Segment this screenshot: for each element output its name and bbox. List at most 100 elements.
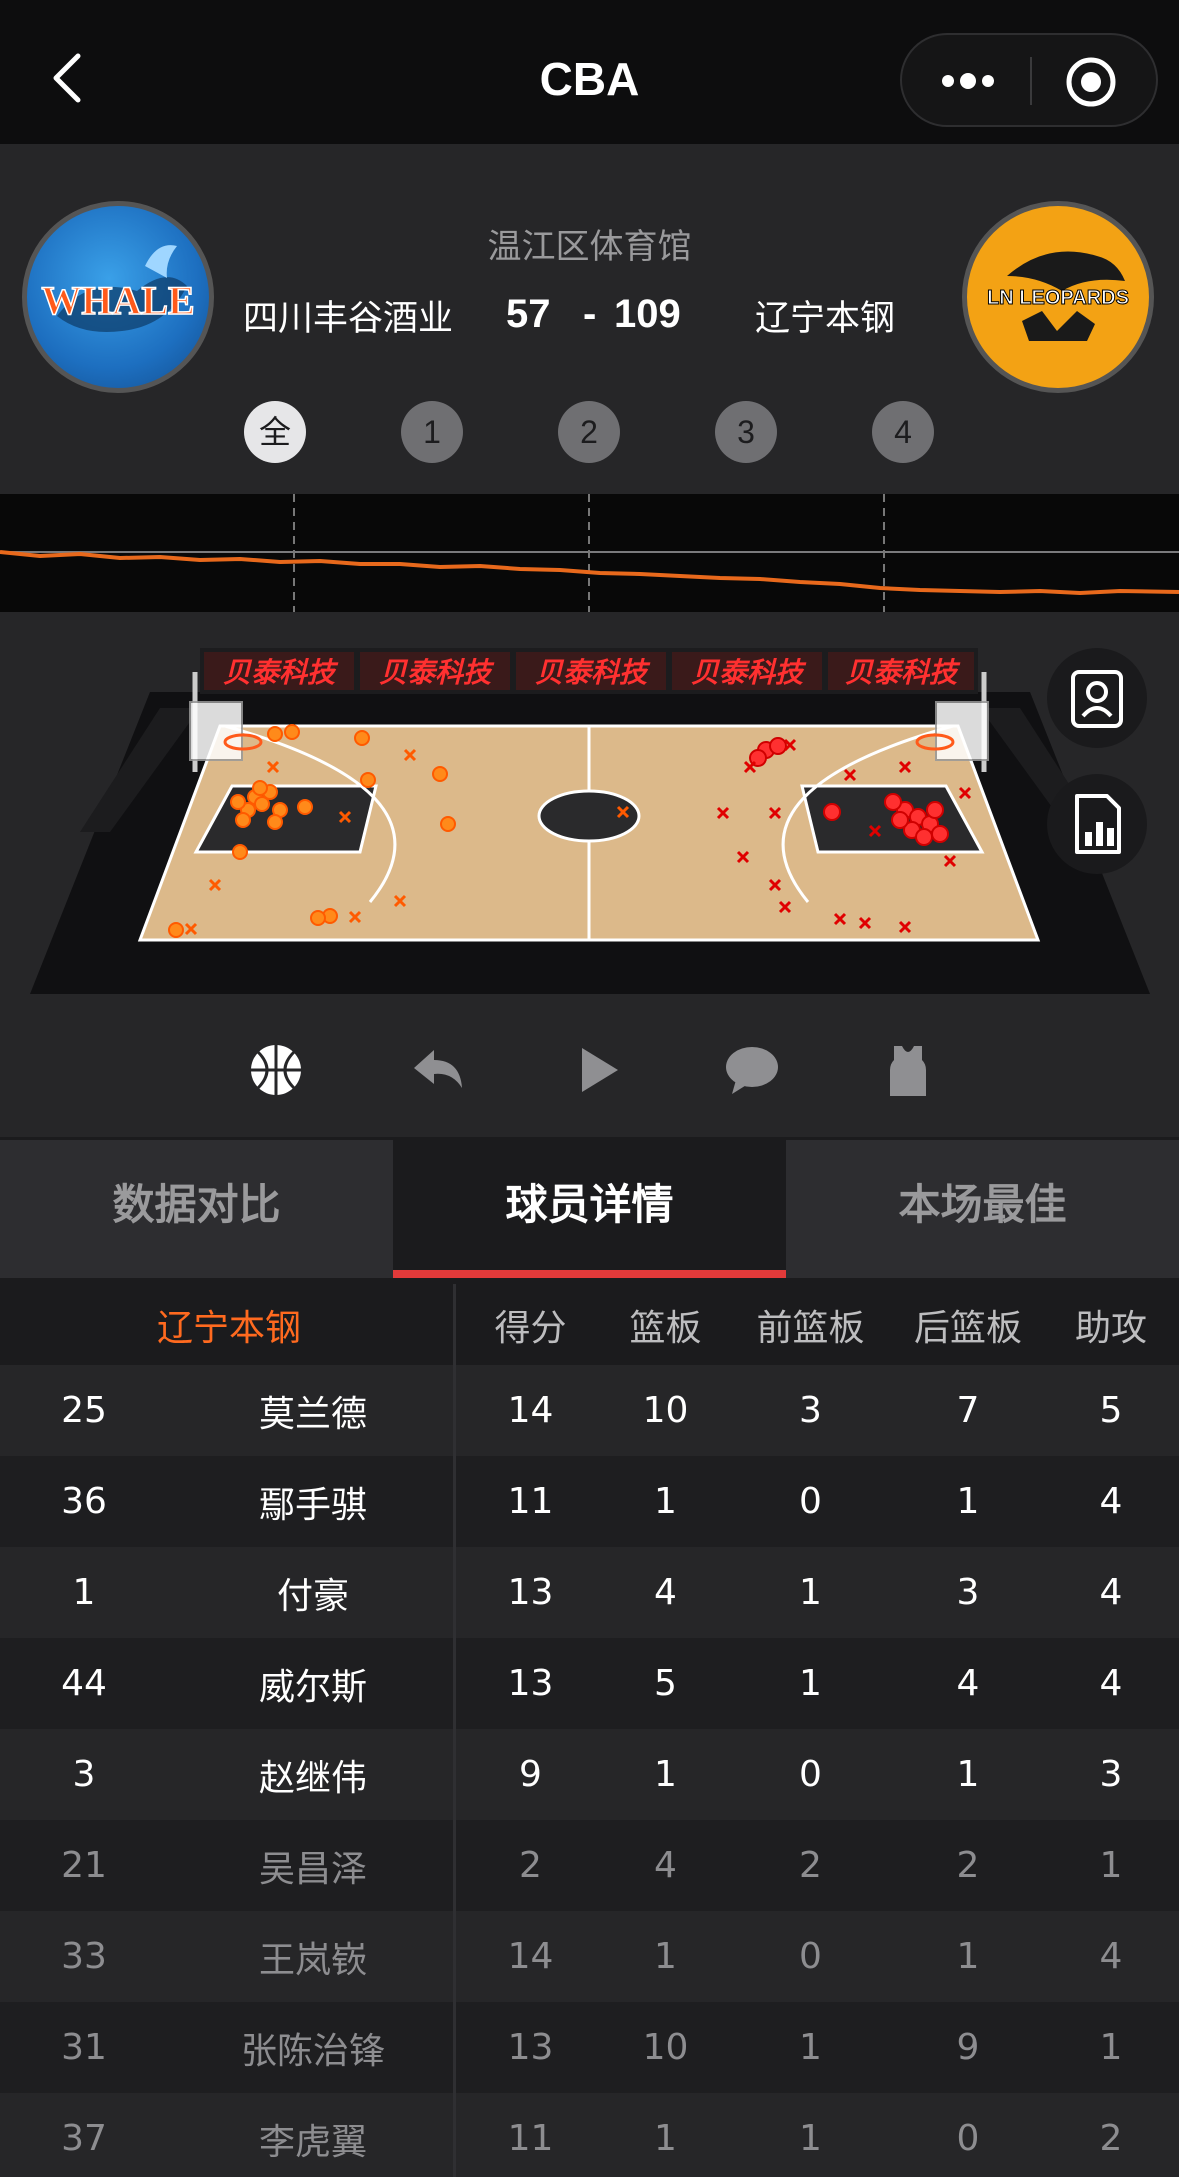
quarter-filter-3[interactable]: 3 — [715, 401, 777, 463]
stat-value: 13 — [507, 2027, 554, 2068]
tab-data-compare[interactable]: 数据对比 — [0, 1140, 393, 1278]
table-row[interactable]: 25 莫兰德 14 10 3 7 5 — [0, 1365, 1179, 1456]
away-team-name: 辽宁本钢 — [755, 299, 896, 339]
quarter-filter-2[interactable]: 2 — [558, 401, 620, 463]
column-divider — [453, 1547, 456, 1638]
stat-value: 9 — [519, 1754, 542, 1795]
score-trend-chart — [0, 494, 1179, 612]
table-row[interactable]: 1 付豪 13 4 1 3 4 — [0, 1547, 1179, 1638]
player-name: 王岚嵚 — [258, 1939, 367, 1981]
stat-value: 1 — [654, 1481, 677, 1522]
table-row[interactable]: 44 威尔斯 13 5 1 4 4 — [0, 1638, 1179, 1729]
player-name: 威尔斯 — [258, 1666, 367, 1708]
quarter-filter-1[interactable]: 1 — [401, 401, 463, 463]
svg-text:贝泰科技: 贝泰科技 — [691, 656, 807, 689]
stat-value: 4 — [1099, 1572, 1123, 1613]
away-team-logo[interactable]: LN LEOPARDS — [962, 201, 1154, 393]
detail-tabs: 数据对比 球员详情 本场最佳 — [0, 1140, 1179, 1278]
stat-value: 5 — [654, 1663, 677, 1704]
score-header: WHALE 温江区体育馆 四川丰谷酒业 57 - 109 辽宁本钢 LN LEO… — [0, 144, 1179, 494]
stat-value: 2 — [1099, 2118, 1123, 2159]
table-row[interactable]: 31 张陈治锋 13 10 1 9 1 — [0, 2002, 1179, 2093]
stat-value: 10 — [642, 1390, 689, 1431]
player-filter-button[interactable] — [1047, 648, 1147, 748]
player-name: 赵继伟 — [258, 1757, 367, 1799]
player-name: 吴昌泽 — [258, 1848, 367, 1890]
score-separator: - — [583, 292, 597, 336]
stat-value: 1 — [799, 2027, 822, 2068]
stat-value: 4 — [654, 1572, 677, 1613]
stat-value: 1 — [654, 2118, 677, 2159]
svg-text:贝泰科技: 贝泰科技 — [379, 656, 495, 689]
team-column-header[interactable]: 辽宁本钢 — [0, 1284, 458, 1365]
play-icon[interactable] — [568, 1040, 628, 1100]
stat-value: 4 — [654, 1845, 677, 1886]
column-divider — [453, 1456, 456, 1547]
table-row[interactable]: 36 鄢手骐 11 1 0 1 4 — [0, 1456, 1179, 1547]
player-number: 37 — [61, 2118, 107, 2159]
player-number: 3 — [72, 1754, 96, 1795]
home-team-name: 四川丰谷酒业 — [243, 299, 454, 339]
player-number: 21 — [61, 1845, 107, 1886]
stat-value: 0 — [799, 1481, 822, 1522]
stat-value: 4 — [1099, 1936, 1123, 1977]
player-name: 李虎翼 — [258, 2121, 367, 2163]
stat-value: 1 — [1099, 1845, 1123, 1886]
stat-value: 0 — [799, 1936, 822, 1977]
column-divider — [453, 1729, 456, 1820]
player-name: 付豪 — [276, 1575, 349, 1617]
quarter-filter-4[interactable]: 4 — [872, 401, 934, 463]
player-number: 36 — [61, 1481, 107, 1522]
player-name: 莫兰德 — [258, 1393, 367, 1435]
player-number: 31 — [61, 2027, 107, 2068]
comment-icon[interactable] — [722, 1040, 782, 1100]
stat-value: 14 — [507, 1390, 554, 1431]
column-header-assists[interactable]: 助攻 — [1043, 1284, 1179, 1365]
stat-value: 2 — [799, 1845, 822, 1886]
stat-value: 3 — [799, 1390, 822, 1431]
column-header-rebounds[interactable]: 篮板 — [603, 1284, 728, 1365]
table-row[interactable]: 37 李虎翼 11 1 1 0 2 — [0, 2093, 1179, 2177]
stat-value: 1 — [654, 1936, 677, 1977]
jersey-icon[interactable] — [878, 1040, 938, 1100]
stat-value: 13 — [507, 1572, 554, 1613]
column-header-off-rebounds[interactable]: 前篮板 — [728, 1284, 893, 1365]
player-stats-table: 辽宁本钢 得分 篮板 前篮板 后篮板 助攻 25 莫兰德 14 10 3 7 5 36 鄢手骐 1… — [0, 1284, 1179, 2177]
table-row[interactable]: 21 吴昌泽 2 4 2 2 1 — [0, 1820, 1179, 1911]
stat-value: 1 — [956, 1754, 980, 1795]
rewind-icon[interactable] — [408, 1040, 468, 1100]
stats-report-button[interactable] — [1047, 774, 1147, 874]
basketball-icon[interactable] — [246, 1040, 306, 1100]
column-header-def-rebounds[interactable]: 后篮板 — [893, 1284, 1043, 1365]
table-row[interactable]: 33 王岚嵚 14 1 0 1 4 — [0, 1911, 1179, 2002]
table-header: 辽宁本钢 得分 篮板 前篮板 后篮板 助攻 — [0, 1284, 1179, 1365]
bar-chart-doc-icon — [1075, 794, 1121, 854]
stat-value: 1 — [799, 2118, 822, 2159]
stat-value: 2 — [956, 1845, 980, 1886]
column-divider — [453, 2002, 456, 2093]
tab-player-details[interactable]: 球员详情 — [393, 1140, 786, 1278]
sponsor-banners: 贝泰科技 贝泰科技 贝泰科技 贝泰科技 贝泰科技 — [200, 648, 978, 694]
svg-text:WHALE: WHALE — [41, 278, 194, 323]
stat-value: 1 — [654, 1754, 677, 1795]
column-divider — [453, 1284, 456, 1365]
close-target-icon[interactable] — [1065, 56, 1117, 108]
column-divider — [453, 2093, 456, 2177]
stat-value: 0 — [956, 2118, 980, 2159]
mini-program-capsule — [900, 33, 1158, 127]
stat-value: 1 — [799, 1572, 822, 1613]
player-card-icon — [1071, 670, 1123, 728]
tab-game-best[interactable]: 本场最佳 — [786, 1140, 1179, 1278]
column-divider — [453, 1365, 456, 1456]
column-divider — [453, 1638, 456, 1729]
svg-text:贝泰科技: 贝泰科技 — [535, 656, 651, 689]
stat-value: 0 — [799, 1754, 822, 1795]
column-header-points[interactable]: 得分 — [458, 1284, 603, 1365]
more-icon[interactable] — [938, 63, 998, 99]
stat-value: 10 — [642, 2027, 689, 2068]
stat-value: 1 — [956, 1481, 980, 1522]
quarter-filter-all[interactable]: 全 — [244, 401, 306, 463]
away-score: 109 — [614, 292, 681, 336]
stat-value: 1 — [799, 1663, 822, 1704]
table-row[interactable]: 3 赵继伟 9 1 0 1 3 — [0, 1729, 1179, 1820]
